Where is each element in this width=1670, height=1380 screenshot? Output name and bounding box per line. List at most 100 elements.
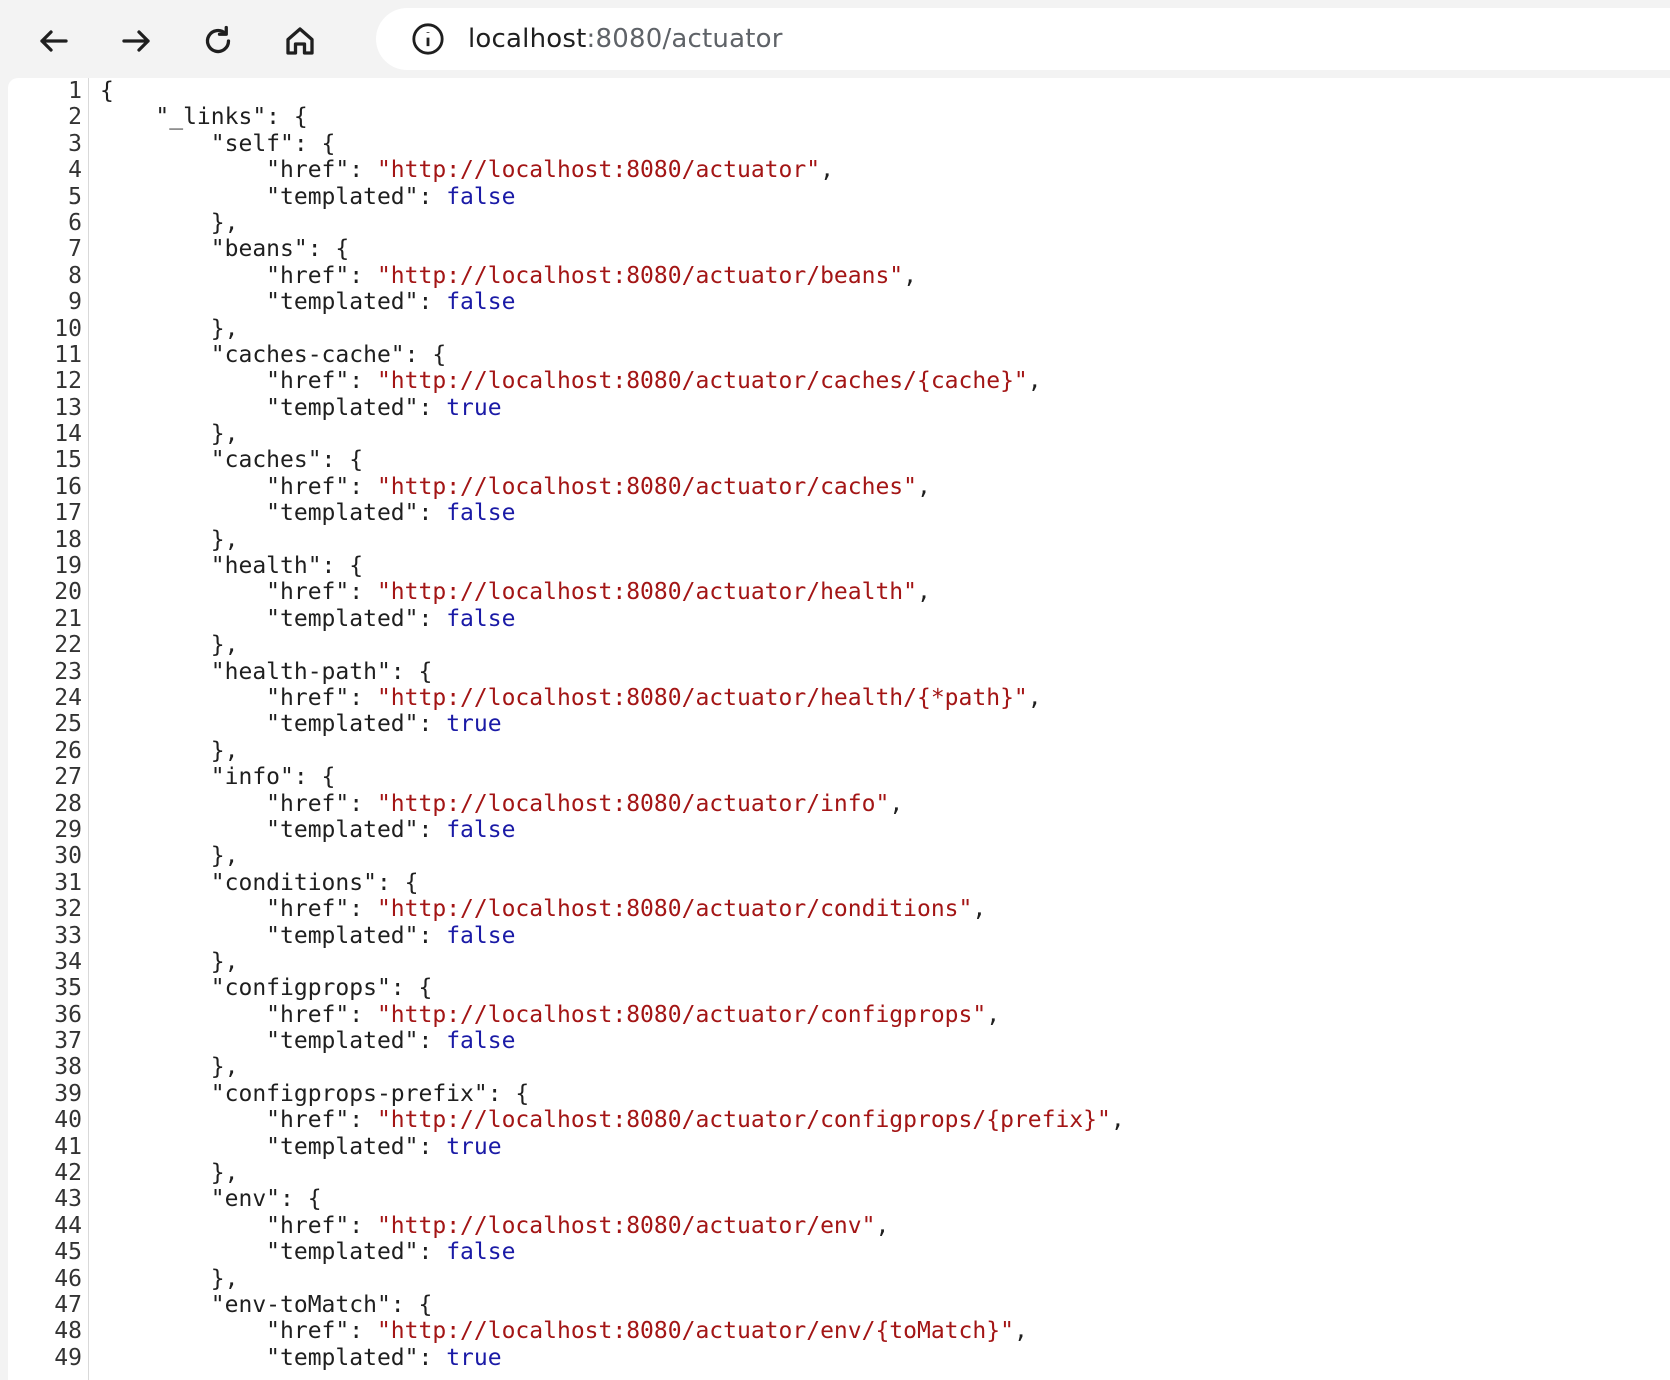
json-punctuation: "href":	[266, 262, 377, 289]
json-punctuation: "caches": {	[210, 447, 364, 474]
json-punctuation: ,	[917, 579, 931, 606]
code-text: },	[100, 1266, 239, 1292]
json-punctuation: },	[210, 737, 239, 764]
json-punctuation: ,	[875, 1212, 890, 1239]
json-punctuation: "configprops": {	[210, 975, 433, 1002]
json-punctuation: "href":	[266, 1001, 377, 1028]
code-line: 45 "templated": false	[8, 1239, 1670, 1265]
code-line: 12 "href": "http://localhost:8080/actuat…	[8, 368, 1670, 394]
code-text: },	[100, 527, 239, 553]
line-number: 8	[68, 262, 82, 289]
json-punctuation: "_links": {	[155, 104, 308, 131]
json-boolean: true	[446, 711, 502, 738]
json-boolean: false	[446, 183, 516, 210]
code-line: 38 },	[8, 1054, 1670, 1080]
code-line: 22 },	[8, 632, 1670, 658]
line-number: 22	[54, 632, 82, 659]
code-text: "caches-cache": {	[100, 342, 446, 368]
json-string: "http://localhost:8080/actuator"	[376, 157, 821, 184]
code-text: "href": "http://localhost:8080/actuator/…	[100, 263, 917, 289]
line-number: 39	[54, 1080, 82, 1107]
code-line: 37 "templated": false	[8, 1028, 1670, 1054]
json-punctuation: ,	[972, 896, 987, 923]
line-number: 17	[54, 500, 82, 527]
code-line: 14 },	[8, 421, 1670, 447]
json-punctuation: "self": {	[210, 130, 336, 157]
code-text: "href": "http://localhost:8080/actuator/…	[100, 579, 931, 605]
json-punctuation: },	[210, 315, 239, 342]
line-number: 16	[54, 473, 82, 500]
line-number: 40	[54, 1107, 82, 1134]
code-line: 26 },	[8, 738, 1670, 764]
reload-button[interactable]	[190, 13, 246, 69]
json-boolean: false	[446, 1239, 516, 1266]
json-punctuation: },	[210, 209, 239, 236]
line-number: 2	[68, 104, 82, 131]
code-line: 5 "templated": false	[8, 184, 1670, 210]
url-text[interactable]: localhost:8080/actuator	[468, 24, 783, 54]
info-icon	[412, 23, 444, 55]
code-line: 9 "templated": false	[8, 289, 1670, 315]
line-number: 48	[54, 1318, 82, 1345]
code-text: "templated": true	[100, 711, 502, 738]
code-text: "conditions": {	[100, 870, 419, 896]
line-number: 24	[54, 684, 82, 711]
json-punctuation: "conditions": {	[210, 869, 419, 896]
code-line: 19 "health": {	[8, 553, 1670, 579]
forward-button[interactable]	[108, 13, 164, 69]
json-punctuation: "health": {	[210, 553, 364, 580]
json-punctuation: "href":	[266, 684, 377, 711]
code-line: 23 "health-path": {	[8, 659, 1670, 685]
code-text: {	[100, 78, 114, 104]
json-boolean: true	[446, 394, 502, 421]
line-number: 5	[68, 183, 82, 210]
json-punctuation: "templated":	[266, 816, 447, 843]
json-punctuation: "templated":	[266, 605, 447, 632]
code-text: },	[100, 1160, 239, 1186]
json-string: "http://localhost:8080/actuator/conditio…	[376, 896, 973, 923]
line-number: 6	[68, 209, 82, 236]
line-number: 35	[54, 975, 82, 1002]
code-text: "configprops": {	[100, 975, 433, 1002]
json-punctuation: "templated":	[266, 183, 447, 210]
code-text: "_links": {	[100, 104, 308, 131]
site-info-button[interactable]	[408, 19, 448, 59]
line-number: 43	[54, 1186, 82, 1213]
line-number: 19	[54, 553, 82, 580]
code-text: },	[100, 737, 239, 764]
code-line: 35 "configprops": {	[8, 975, 1670, 1001]
code-text: "href": "http://localhost:8080/actuator/…	[100, 896, 986, 922]
code-text: "href": "http://localhost:8080/actuator/…	[100, 368, 1041, 394]
line-number: 34	[54, 948, 82, 975]
home-button[interactable]	[272, 13, 328, 69]
code-text: "templated": false	[100, 817, 515, 843]
code-text: "templated": false	[100, 606, 515, 632]
back-button[interactable]	[26, 13, 82, 69]
code-line: 48 "href": "http://localhost:8080/actuat…	[8, 1318, 1670, 1344]
code-line: 28 "href": "http://localhost:8080/actuat…	[8, 791, 1670, 817]
code-line: 46 },	[8, 1266, 1670, 1292]
code-text: "templated": false	[100, 1028, 515, 1054]
code-text: "href": "http://localhost:8080/actuator/…	[100, 1318, 1028, 1344]
line-number: 30	[54, 843, 82, 870]
code-line: 10 },	[8, 316, 1670, 342]
code-line: 30 },	[8, 843, 1670, 869]
code-line: 31 "conditions": {	[8, 870, 1670, 896]
code-text: "self": {	[100, 130, 336, 157]
code-line: 8 "href": "http://localhost:8080/actuato…	[8, 263, 1670, 289]
browser-toolbar: localhost:8080/actuator	[0, 0, 1670, 80]
address-bar[interactable]: localhost:8080/actuator	[376, 8, 1670, 70]
json-boolean: false	[446, 289, 516, 316]
code-text: "templated": false	[100, 500, 515, 526]
code-text: "configprops-prefix": {	[100, 1081, 530, 1107]
code-line: 25 "templated": true	[8, 711, 1670, 737]
code-line: 33 "templated": false	[8, 923, 1670, 949]
line-number: 47	[54, 1291, 82, 1318]
code-text: "templated": true	[100, 1345, 501, 1371]
json-punctuation: },	[210, 843, 239, 870]
json-punctuation: },	[210, 421, 239, 448]
code-line: 2 "_links": {	[8, 104, 1670, 130]
line-number: 41	[54, 1133, 82, 1160]
code-text: },	[100, 315, 239, 342]
json-punctuation: "templated":	[266, 1028, 447, 1055]
